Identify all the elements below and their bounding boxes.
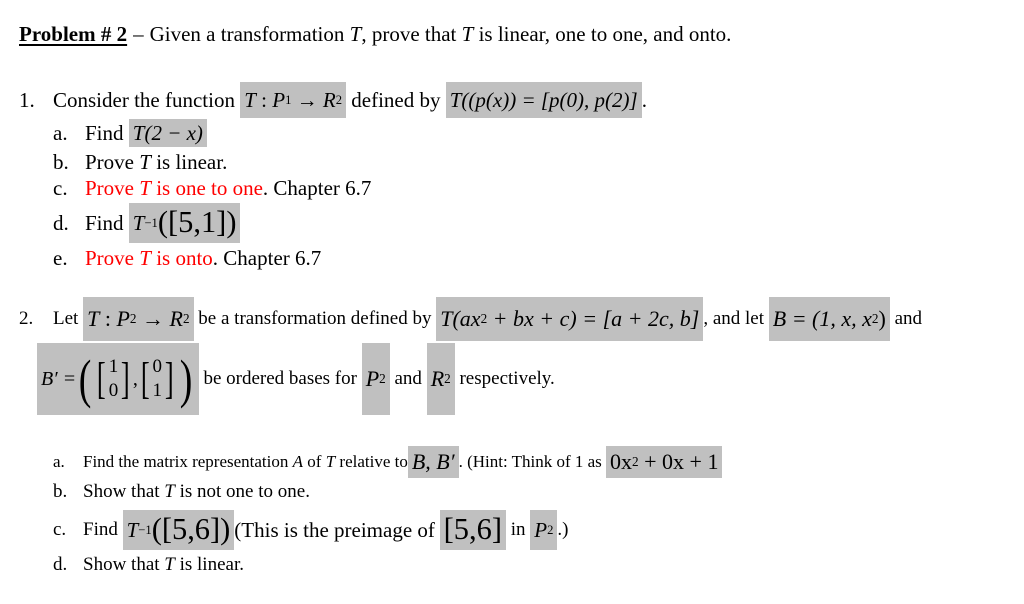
respectively-text: respectively. [459, 368, 555, 389]
item-label: b. [53, 481, 68, 502]
item-text-rest: is not one to one. [179, 481, 310, 502]
equation-basis-B-prime: B′ = ( [1 0], [0 1] ) [37, 343, 199, 415]
item-label: e. [53, 246, 68, 270]
problem-1-number: 1. [19, 87, 35, 112]
equation-definition: T((p(x)) = [p(0), p(2)] [445, 82, 642, 118]
item-T: T [325, 452, 336, 471]
equation-basis-B: B = (1, x, x 2) [768, 297, 890, 341]
item-label: d. [53, 210, 69, 235]
intro-text-3: is linear, one to one, and onto. [478, 22, 732, 46]
item-text-rest: is linear. [156, 150, 228, 174]
and-text: and [394, 368, 422, 389]
problem-1-item-a: a. Find T(2 − x) [53, 119, 207, 147]
problem-2-item-b: b. Show that T is not one to one. [53, 481, 310, 503]
equation-B-Bprime: B, B′ [407, 446, 459, 478]
closing-paren: .) [557, 519, 569, 540]
equation-map-p2-r2: T : P2 → R2 [83, 297, 194, 341]
problem-1-item-c: c. Prove T is one to one. Chapter 6.7 [53, 176, 371, 201]
in-text: in [510, 519, 526, 540]
problem-2-bases: B′ = ( [1 0], [0 1] ) be ordered bases for… [37, 343, 555, 415]
intro-text: Given a transformation [149, 22, 345, 46]
and-text: and [894, 308, 922, 329]
hint-text: . (Hint: Think of 1 as [458, 452, 602, 471]
equation-T-2-minus-x: T(2 − x) [128, 119, 207, 147]
comma: , [703, 308, 709, 329]
item-text: Find [85, 210, 124, 235]
item-T: T [139, 176, 151, 200]
period: . [641, 87, 647, 112]
item-label: b. [53, 150, 69, 174]
problem-1-text: Consider the function [53, 87, 235, 112]
problem-2-item-a: a. Find the matrix representation A of T… [53, 446, 723, 478]
defined-by-text: defined by [351, 87, 441, 112]
item-text: Show that [83, 481, 160, 502]
item-red-rest: is one to one [156, 176, 263, 200]
chapter-ref: . Chapter 6.7 [212, 246, 322, 270]
vector-e2: [0 1] [140, 354, 174, 403]
title-dash: – [133, 22, 144, 46]
problem-2-statement: 2. Let T : P2 → R2 be a transformation d… [19, 297, 922, 341]
problem-1-item-e: e. Prove T is onto. Chapter 6.7 [53, 246, 321, 271]
item-text: Prove [85, 150, 134, 174]
chapter-ref: . Chapter 6.7 [262, 176, 372, 200]
vector-e1: [1 0] [97, 354, 130, 403]
equation-hint: 0x 2 + 0x + 1 [606, 446, 723, 478]
item-label: a. [53, 452, 65, 471]
item-text: Show that [83, 554, 160, 575]
equation-T-inverse-5-6: T −1 ([5,6]) [122, 510, 235, 550]
and-let-text: and let [712, 308, 764, 329]
preimage-text: (This is the preimage of [234, 517, 435, 542]
item-label: d. [53, 554, 68, 575]
item-text: Find the matrix representation [83, 452, 289, 471]
problem-title: Problem # 2 [19, 22, 128, 46]
equation-T-inverse-5-1: T −1 ([5,1]) [128, 203, 241, 243]
intro-T-2: T [461, 22, 474, 46]
ordered-bases-text: be ordered bases for [203, 368, 357, 389]
transformation-text: be a transformation defined by [198, 308, 432, 329]
let-text: Let [53, 308, 79, 329]
item-red-text: Prove [85, 176, 134, 200]
item-T: T [164, 554, 175, 575]
problem-2-item-c: c. Find T −1 ([5,6]) (This is the preimage… [53, 510, 568, 550]
problem-1-item-b: b. Prove T is linear. [53, 150, 227, 175]
item-red-text: Prove [85, 246, 134, 270]
equation-P2-small: P2 [530, 510, 558, 550]
equation-T-definition: T(ax 2 + bx + c) = [a + 2c, b] [436, 297, 704, 341]
equation-vector-5-6: [5,6] [439, 510, 506, 550]
item-text: Find [85, 120, 124, 145]
item-label: a. [53, 120, 68, 145]
item-text-3: relative to [339, 452, 408, 471]
item-T: T [139, 150, 151, 174]
equation-R2: R2 [426, 343, 455, 415]
problem-2-item-d: d. Show that T is linear. [53, 554, 244, 576]
item-label: c. [53, 176, 68, 200]
problem-1-statement: 1. Consider the function T : P1 → R2 def… [19, 82, 647, 118]
problem-1-item-d: d. Find T −1 ([5,1]) [53, 203, 241, 243]
item-T: T [139, 246, 151, 270]
item-text-2: of [307, 452, 322, 471]
intro-T: T [349, 22, 362, 46]
problem-header: Problem # 2 – Given a transformation T, … [19, 22, 731, 47]
item-label: c. [53, 519, 67, 540]
item-T: T [164, 481, 175, 502]
item-red-rest: is onto [156, 246, 213, 270]
intro-text-2: , prove that [361, 22, 457, 46]
equation-P2: P2 [361, 343, 390, 415]
item-text: Find [83, 519, 118, 540]
item-text-rest: is linear. [179, 554, 244, 575]
equation-map-p1-r2: T : P1 → R2 [240, 82, 346, 118]
problem-2-number: 2. [19, 308, 34, 329]
item-A: A [292, 452, 304, 471]
